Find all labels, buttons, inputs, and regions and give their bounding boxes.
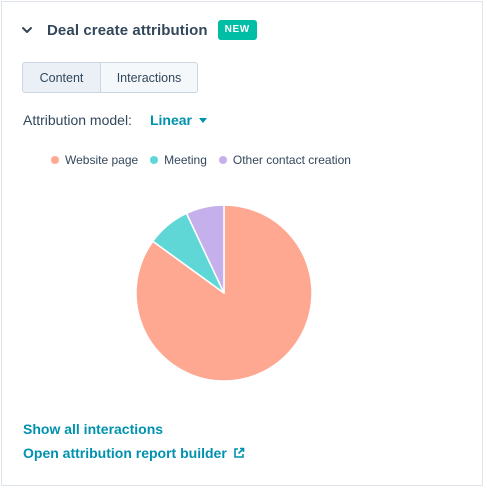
caret-down-icon: [198, 117, 207, 123]
legend-item: Meeting: [150, 153, 207, 167]
legend-item: Website page: [51, 153, 138, 167]
attribution-model-dropdown[interactable]: Linear: [150, 112, 207, 128]
external-link-icon: [233, 447, 245, 459]
new-badge: NEW: [217, 20, 257, 40]
attribution-model-row: Attribution model: Linear: [23, 112, 207, 128]
legend-item: Other contact creation: [218, 153, 351, 167]
tab-interactions[interactable]: Interactions: [101, 62, 198, 93]
chart-legend: Website page Meeting Other contact creatio…: [51, 153, 363, 167]
card-links: Show all interactions Open attribution r…: [23, 420, 245, 462]
open-report-builder-link[interactable]: Open attribution report builder: [23, 444, 245, 462]
legend-swatch: [218, 156, 227, 164]
attribution-model-label: Attribution model:: [23, 112, 132, 128]
legend-swatch: [150, 156, 159, 164]
show-all-interactions-label: Show all interactions: [23, 421, 164, 437]
pie-chart-svg: [135, 204, 313, 382]
view-toggle: Content Interactions: [22, 62, 198, 93]
legend-label: Meeting: [164, 153, 207, 167]
open-report-builder-label: Open attribution report builder: [23, 445, 227, 461]
legend-label: Other contact creation: [232, 153, 351, 167]
tab-content[interactable]: Content: [22, 62, 101, 93]
card-header: Deal create attribution NEW: [20, 19, 257, 41]
card-title: Deal create attribution: [47, 21, 208, 39]
pie-chart: [131, 200, 317, 386]
legend-swatch: [51, 156, 59, 164]
show-all-interactions-link[interactable]: Show all interactions: [23, 420, 245, 438]
deal-attribution-card: Deal create attribution NEW Content Inte…: [1, 1, 483, 486]
attribution-model-value: Linear: [149, 112, 192, 128]
legend-label: Website page: [65, 153, 139, 167]
chevron-down-icon[interactable]: [20, 23, 34, 37]
